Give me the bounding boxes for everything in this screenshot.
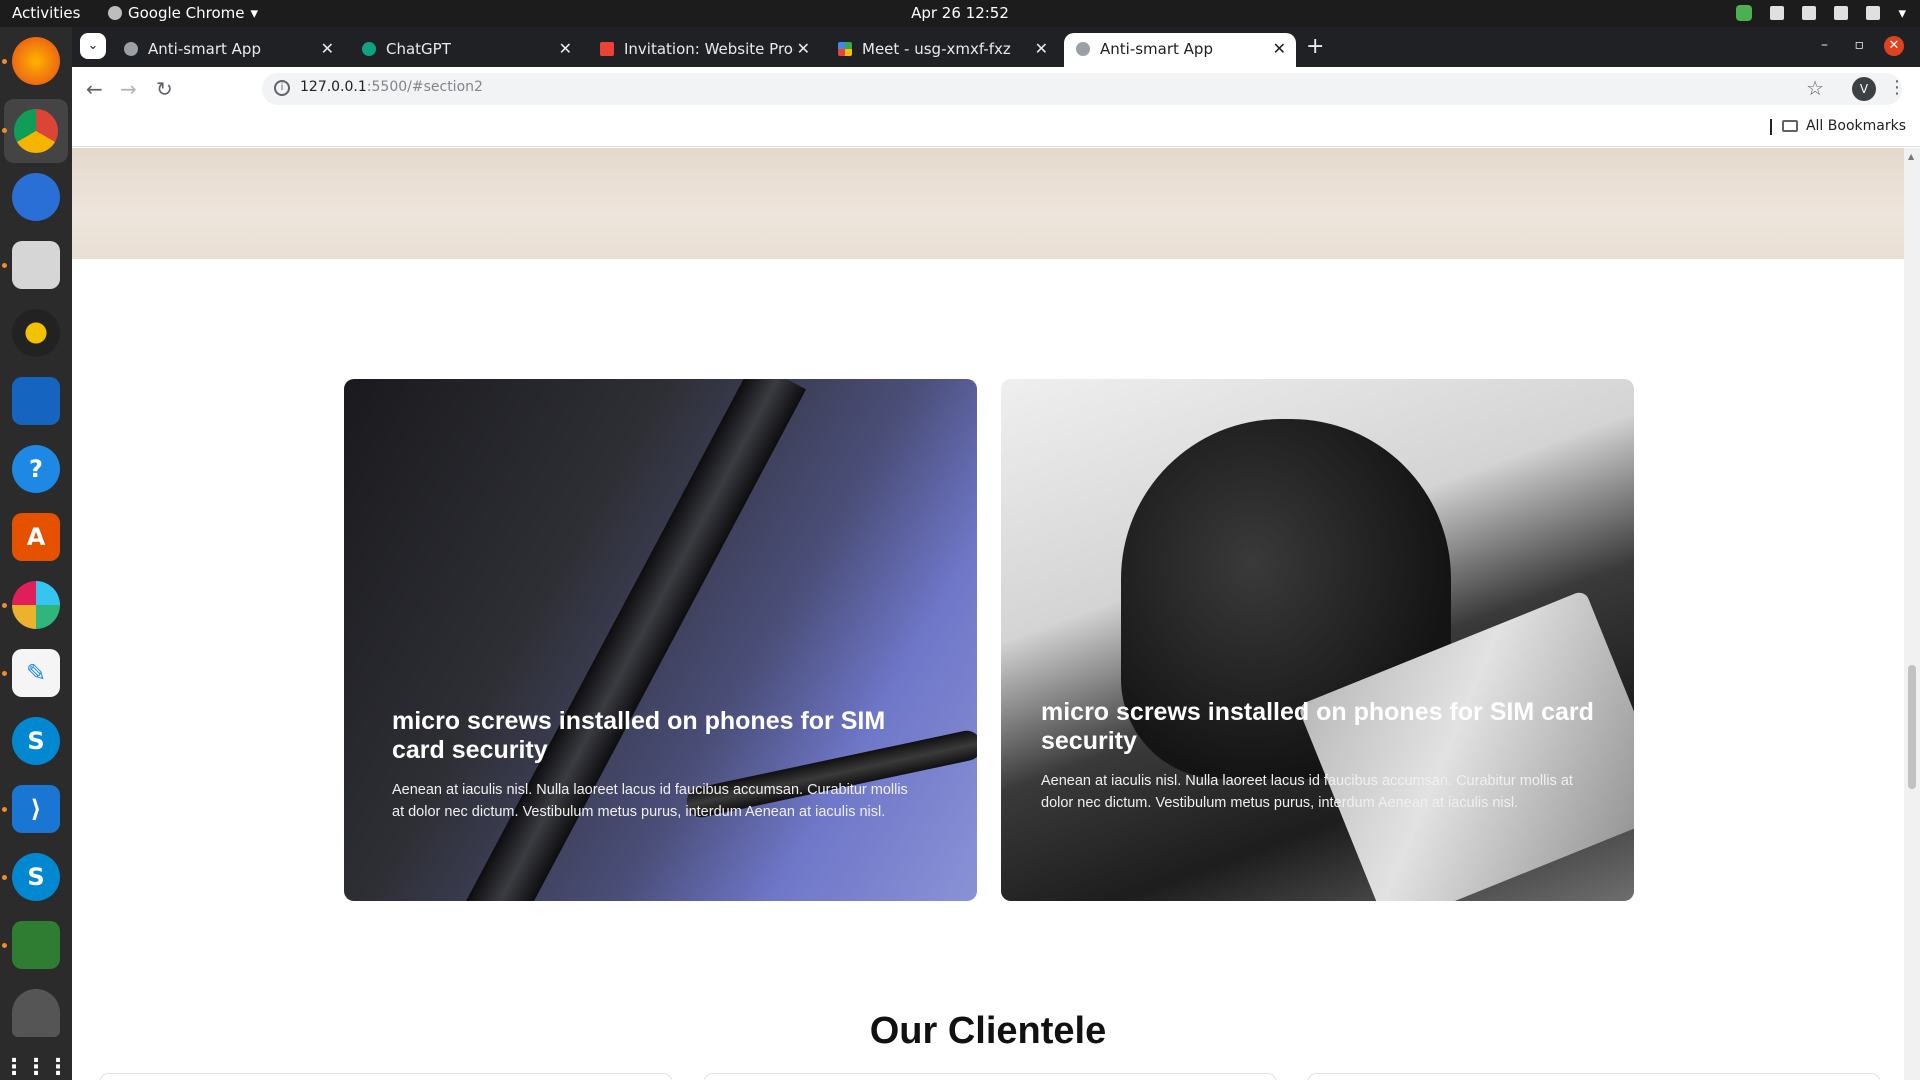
slack-icon[interactable] [12,581,60,629]
meet-icon [838,42,852,56]
firefox-icon[interactable] [12,37,60,85]
globe-icon [124,42,138,56]
restore-button[interactable]: ▫ [1855,37,1865,53]
clock[interactable]: Apr 26 12:52 [0,4,1920,22]
client-card[interactable] [99,1073,673,1080]
new-tab-button[interactable]: + [1306,34,1324,59]
running-indicator [2,875,7,880]
tab-search-button[interactable]: ⌄ [80,33,106,59]
software-center-icon[interactable]: A [12,513,60,561]
all-bookmarks-label: All Bookmarks [1805,118,1906,134]
tab-meet[interactable]: Meet - usg-xmxf-fxz ✕ [826,33,1058,67]
back-button[interactable]: ← [86,77,103,101]
address-bar[interactable]: i 127.0.0.1:5500/#section2 [262,73,1902,105]
skype-icon[interactable]: S [12,853,60,901]
client-card[interactable] [703,1073,1277,1080]
browser-menu-icon[interactable]: ⋮ [1888,77,1906,98]
vscode-icon[interactable]: ⟩ [12,785,60,833]
url-host: 127.0.0.1 [300,79,367,95]
tab-title: ChatGPT [386,40,451,58]
thunderbird-icon[interactable] [12,173,60,221]
tab-anti-smart-app-active[interactable]: Anti-smart App ✕ [1064,33,1296,67]
scrollbar-thumb[interactable] [1908,665,1916,789]
help-icon[interactable]: ? [12,445,60,493]
battery-icon[interactable] [1866,6,1881,20]
tab-title: Meet - usg-xmxf-fxz [862,40,1011,58]
text-editor-icon[interactable]: ✎ [12,649,60,697]
microphone-icon[interactable] [1834,6,1849,20]
disk-icon[interactable] [12,989,60,1037]
running-indicator [2,943,7,948]
browser-toolbar: ← → ↻ i 127.0.0.1:5500/#section2 ☆ V ⋮ [72,67,1920,111]
running-indicator [2,807,7,812]
close-icon[interactable]: ✕ [559,39,572,58]
files-icon[interactable] [12,241,60,289]
show-apps-icon[interactable]: ⋮⋮⋮ [3,1043,69,1091]
scroll-up-icon[interactable]: ▲ [1908,152,1914,161]
rhythmbox-icon[interactable] [12,309,60,357]
running-indicator [2,603,7,608]
dock: ? A ✎ S ⟩ S ⋮⋮⋮ [0,27,72,1080]
card-title: micro screws installed on phones for SIM… [392,707,886,764]
chatgpt-icon [362,42,376,56]
forward-button[interactable]: → [120,77,137,101]
tab-invitation[interactable]: Invitation: Website Prog ✕ [588,33,820,67]
system-top-bar: Activities Google Chrome ▾ Apr 26 12:52 … [0,0,1920,27]
page-scrollbar[interactable]: ▲ [1904,148,1920,1080]
wifi-icon[interactable] [1770,6,1785,20]
page-viewport: micro screws installed on phones for SIM… [72,148,1904,1080]
close-window-button[interactable]: ✕ [1884,36,1904,56]
globe-icon [1076,42,1090,56]
url-text[interactable]: 127.0.0.1:5500/#section2 [300,79,483,95]
hero-banner-bottom [72,148,1904,259]
skype-icon[interactable]: S [12,717,60,765]
close-icon[interactable]: ✕ [1035,39,1048,58]
running-indicator [2,59,7,64]
volume-icon[interactable] [1802,6,1817,20]
tab-strip: ⌄ Anti-smart App ✕ ChatGPT ✕ Invitation:… [72,27,1920,67]
clientele-heading: Our Clientele [869,1010,1107,1052]
card-title: micro screws installed on phones for SIM… [1041,698,1594,755]
profile-avatar[interactable]: V [1852,77,1876,101]
feature-card[interactable]: micro screws installed on phones for SIM… [1001,379,1634,901]
close-icon[interactable]: ✕ [797,39,810,58]
card-body: Aenean at iaculis nisl. Nulla laoreet la… [1041,773,1573,811]
minimize-button[interactable]: – [1821,37,1828,53]
system-tray[interactable]: ▾ [1736,4,1906,22]
all-bookmarks-button[interactable]: All Bookmarks [1781,118,1906,134]
tab-title: Invitation: Website Prog [624,40,794,58]
running-indicator [2,671,7,676]
card-text: micro screws installed on phones for SIM… [1041,698,1601,814]
libreoffice-calc-icon[interactable] [12,921,60,969]
site-info-icon[interactable]: i [274,80,290,96]
update-icon[interactable] [1736,5,1753,21]
chrome-icon[interactable] [4,99,68,163]
gmail-icon [600,42,614,56]
tab-title: Anti-smart App [148,40,261,58]
libreoffice-impress-icon[interactable] [12,377,60,425]
feature-card[interactable]: micro screws installed on phones for SIM… [344,379,977,901]
reload-button[interactable]: ↻ [156,77,173,101]
close-icon[interactable]: ✕ [321,39,334,58]
chevron-down-icon[interactable]: ▾ [1898,4,1906,22]
running-indicator [2,263,7,268]
close-icon[interactable]: ✕ [1273,39,1286,58]
tab-anti-smart-app[interactable]: Anti-smart App ✕ [112,33,344,67]
bookmark-star-icon[interactable]: ☆ [1806,76,1824,100]
card-text: micro screws installed on phones for SIM… [392,707,912,823]
bookmarks-separator [1770,119,1772,135]
url-path: :5500/#section2 [366,79,483,95]
tab-chatgpt[interactable]: ChatGPT ✕ [350,33,582,67]
folder-icon [1781,120,1798,132]
bookmarks-bar: All Bookmarks [72,111,1920,147]
tab-title: Anti-smart App [1100,40,1213,58]
running-indicator [2,128,7,133]
card-body: Aenean at iaculis nisl. Nulla laoreet la… [392,782,908,820]
client-card[interactable] [1307,1073,1881,1080]
